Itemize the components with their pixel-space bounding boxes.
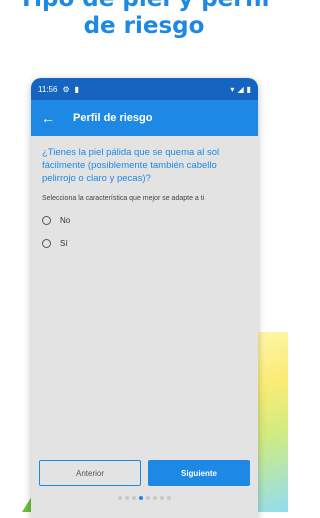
page-indicator-dot bbox=[146, 496, 150, 500]
status-time: 11:56 bbox=[38, 84, 58, 94]
page-indicator-dot bbox=[132, 496, 136, 500]
status-bar: 11:56 ⚙ ▮ ▾ ◢ ▮ bbox=[31, 78, 258, 100]
radio-button-yes[interactable] bbox=[42, 239, 51, 248]
page-indicator-dot bbox=[153, 496, 157, 500]
option-yes[interactable]: Sí bbox=[42, 239, 247, 248]
settings-icon: ⚙ bbox=[62, 84, 70, 94]
radio-button-no[interactable] bbox=[42, 216, 51, 225]
survey-content: ¿Tienes la piel pálida que se quema al s… bbox=[31, 136, 258, 258]
page-indicator-dot bbox=[118, 496, 122, 500]
survey-question: ¿Tienes la piel pálida que se quema al s… bbox=[42, 147, 220, 184]
wifi-icon: ▾ bbox=[230, 84, 235, 94]
phone-screen: 11:56 ⚙ ▮ ▾ ◢ ▮ ← Perfil de riesgo ¿Tien… bbox=[31, 78, 258, 518]
page-indicator-dot bbox=[167, 496, 171, 500]
next-button[interactable]: Siguiente bbox=[148, 460, 250, 486]
page-indicator bbox=[31, 496, 258, 500]
option-no[interactable]: No bbox=[42, 216, 247, 225]
navigation-buttons: Anterior Siguiente bbox=[39, 460, 250, 486]
back-arrow-icon[interactable]: ← bbox=[41, 110, 61, 126]
battery-icon: ▮ bbox=[246, 84, 251, 94]
page-title: Perfil de riesgo bbox=[73, 112, 153, 124]
page-indicator-dot bbox=[139, 496, 143, 500]
signal-icon: ◢ bbox=[237, 84, 244, 94]
option-label-no: No bbox=[60, 216, 71, 225]
survey-instruction: Selecciona la característica que mejor s… bbox=[42, 195, 205, 202]
sd-card-icon: ▮ bbox=[74, 84, 80, 94]
promo-headline: Tipo de piel y perfil de riesgo bbox=[0, 0, 288, 40]
promo-headline-line1: Tipo de piel y perfil bbox=[0, 0, 288, 13]
page-indicator-dot bbox=[160, 496, 164, 500]
app-bar: ← Perfil de riesgo bbox=[31, 100, 258, 136]
promo-headline-line2: de riesgo bbox=[83, 13, 205, 39]
option-label-yes: Sí bbox=[60, 239, 68, 248]
previous-button[interactable]: Anterior bbox=[39, 460, 141, 486]
page-indicator-dot bbox=[125, 496, 129, 500]
